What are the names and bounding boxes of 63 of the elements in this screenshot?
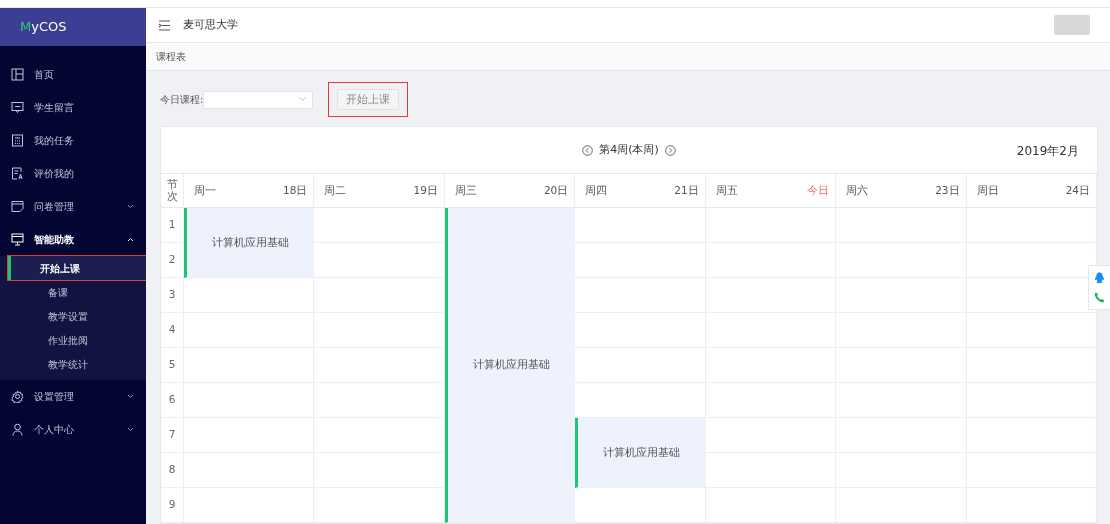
sidebar-item[interactable]: 智能助教 [0, 223, 146, 256]
sidebar-item[interactable]: 问卷管理 [0, 190, 146, 223]
day-name: 周二 [324, 182, 347, 198]
settings-icon [11, 390, 24, 403]
period-header: 节次 [166, 178, 178, 203]
day-name: 周六 [846, 182, 869, 198]
chevron-down-icon [127, 204, 134, 209]
menu-icon[interactable] [158, 19, 171, 31]
logo: MyCOS [0, 8, 146, 46]
period-number: 5 [161, 348, 184, 383]
previous-icon[interactable] [582, 144, 594, 156]
period-number: 3 [161, 278, 184, 313]
chevron-down-icon [127, 394, 134, 399]
submenu-item[interactable]: 备课 [8, 280, 146, 304]
next-icon[interactable] [664, 144, 676, 156]
message-icon [11, 101, 24, 114]
day-date: 21日 [674, 182, 699, 198]
calculator-icon [11, 134, 24, 147]
course-event[interactable]: 计算机应用基础 [184, 208, 315, 278]
sidebar-item[interactable]: 学生留言 [0, 91, 146, 124]
person-icon [11, 423, 24, 436]
penguin-icon[interactable] [1094, 272, 1105, 284]
submenu-item[interactable]: 开始上课 [8, 256, 146, 280]
chevron-up-icon [127, 237, 134, 242]
week-label: 第4周(本周) [599, 141, 659, 158]
course-label: 今日课程: [160, 93, 204, 108]
day-name: 周五 [715, 182, 738, 198]
sidebar-item[interactable]: 个人中心 [0, 413, 146, 446]
chevron-down-icon [299, 97, 307, 103]
sidebar-item[interactable]: 我的任务 [0, 124, 146, 157]
day-name: 周三 [454, 182, 477, 198]
document-icon [11, 167, 24, 180]
course-event[interactable]: 计算机应用基础 [575, 418, 706, 488]
day-name: 周日 [976, 182, 999, 198]
day-date: 20日 [543, 182, 569, 198]
period-number: 4 [161, 313, 184, 348]
breadcrumb: 课程表 [156, 50, 186, 65]
sidebar-item[interactable]: 设置管理 [0, 380, 146, 413]
screen-icon [11, 233, 24, 246]
day-name: 周一 [194, 182, 216, 198]
day-date: 23日 [935, 182, 960, 198]
submenu-item[interactable]: 教学统计 [8, 352, 146, 376]
period-number: 6 [161, 383, 184, 418]
sidebar-item[interactable]: 首页 [0, 58, 146, 91]
day-date: 19日 [413, 182, 438, 198]
day-name: 周四 [585, 182, 608, 198]
layout-icon [11, 68, 24, 81]
submenu-item[interactable]: 教学设置 [8, 304, 146, 328]
note-icon [11, 200, 24, 213]
month-label: 2019年2月 [1016, 143, 1079, 160]
period-number: 9 [161, 488, 184, 523]
sidebar-item[interactable]: 评价我的 [0, 157, 146, 190]
submenu-item[interactable]: 作业批阅 [8, 328, 146, 352]
phone-icon[interactable] [1094, 292, 1105, 303]
day-date: 今日 [807, 182, 830, 198]
university-name: 麦可思大学 [183, 16, 239, 33]
period-number: 7 [161, 418, 184, 453]
period-number: 8 [161, 453, 184, 488]
course-event[interactable]: 计算机应用基础 [444, 208, 576, 523]
day-date: 18日 [283, 182, 308, 198]
avatar-placeholder[interactable] [1054, 15, 1090, 36]
chevron-down-icon [127, 427, 134, 432]
day-date: 24日 [1065, 182, 1090, 198]
